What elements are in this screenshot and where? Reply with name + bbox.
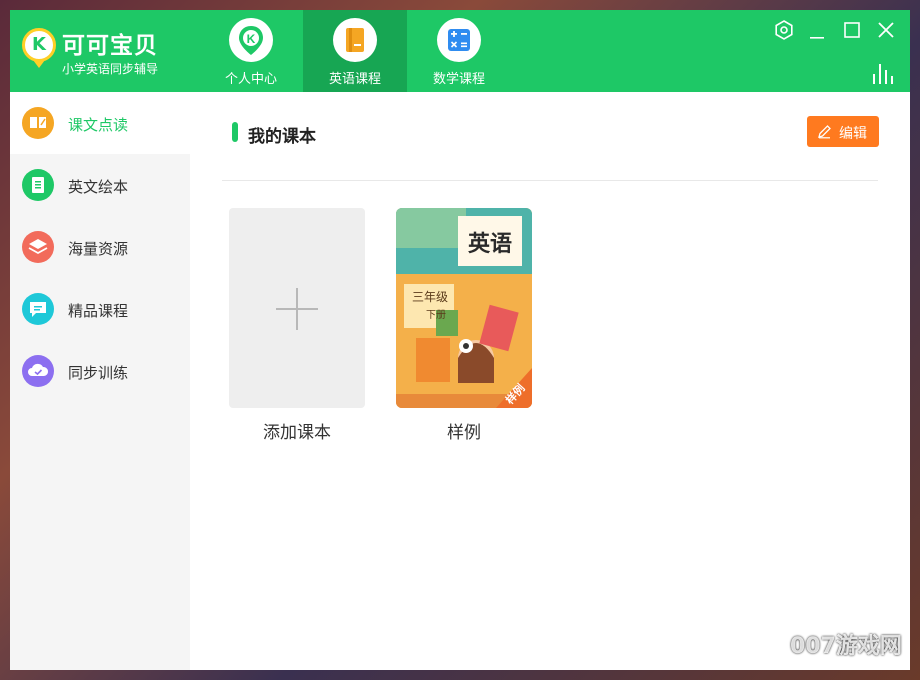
edit-button[interactable]: 编辑	[807, 116, 879, 147]
add-card[interactable]	[229, 208, 365, 408]
sidebar-item-label: 课文点读	[68, 116, 129, 134]
sidebar-item-premium-courses[interactable]: 精品课程	[10, 278, 190, 340]
bar-signal-icon	[870, 60, 900, 84]
cover-title: 英语	[467, 231, 512, 257]
sidebar-item-text-reading[interactable]: 课文点读	[10, 92, 190, 154]
read-icon	[22, 107, 54, 139]
tab-label: 英语课程	[328, 72, 381, 87]
tab-math-course[interactable]: 数学课程	[407, 10, 511, 92]
notebook-icon	[22, 169, 54, 201]
sidebar-item-label: 英文绘本	[68, 178, 129, 196]
sidebar-item-label: 精品课程	[68, 302, 129, 320]
minimize-icon[interactable]	[805, 18, 829, 42]
calculator-icon	[437, 18, 481, 62]
sidebar: 课文点读 英文绘本 海量资源 精品课程 同步训练	[10, 92, 190, 670]
app-title: 可可宝贝	[62, 33, 158, 59]
cloud-icon	[22, 355, 54, 387]
tab-label: 个人中心	[224, 72, 277, 87]
sidebar-item-picture-books[interactable]: 英文绘本	[10, 154, 190, 216]
top-header: K 可可宝贝 小学英语同步辅导 K 个人中心 英语课程 数学课程	[10, 10, 910, 92]
tab-english-course[interactable]: 英语课程	[303, 10, 407, 92]
layers-icon	[22, 231, 54, 263]
main-content: 我的课本 编辑 添加课本 英语 三年级 下册 样例 样例	[190, 92, 910, 670]
app-window: K 可可宝贝 小学英语同步辅导 K 个人中心 英语课程 数学课程 课文点读 英文…	[10, 10, 910, 670]
logo-icon: K	[22, 28, 56, 62]
pencil-icon	[818, 125, 831, 139]
logo-pin-icon	[33, 60, 45, 68]
watermark-url: www.yx007.com	[820, 656, 911, 669]
divider	[222, 180, 878, 181]
sidebar-item-label: 海量资源	[68, 240, 129, 258]
textbook-cover[interactable]: 英语 三年级 下册 样例	[396, 208, 532, 408]
gear-icon[interactable]	[772, 18, 796, 42]
edit-button-label: 编辑	[839, 126, 867, 142]
title-accent-bar	[232, 122, 238, 142]
location-k-icon: K	[229, 18, 273, 62]
tab-label: 数学课程	[432, 72, 485, 87]
book-icon	[333, 18, 377, 62]
book-label: 添加课本	[263, 423, 331, 443]
svg-text:K: K	[247, 32, 256, 46]
app-subtitle: 小学英语同步辅导	[62, 62, 159, 76]
book-label: 样例	[447, 423, 481, 443]
sidebar-item-label: 同步训练	[68, 364, 129, 382]
plus-icon	[276, 288, 318, 330]
cover-volume: 下册	[426, 310, 446, 321]
maximize-icon[interactable]	[840, 18, 864, 42]
close-icon[interactable]	[874, 18, 898, 42]
tab-personal-center[interactable]: K 个人中心	[199, 10, 303, 92]
chat-icon	[22, 293, 54, 325]
sidebar-item-resources[interactable]: 海量资源	[10, 216, 190, 278]
brand: K 可可宝贝 小学英语同步辅导	[22, 26, 202, 82]
sidebar-item-sync-training[interactable]: 同步训练	[10, 340, 190, 402]
cover-grade: 三年级	[412, 290, 449, 304]
page-title: 我的课本	[248, 127, 316, 147]
